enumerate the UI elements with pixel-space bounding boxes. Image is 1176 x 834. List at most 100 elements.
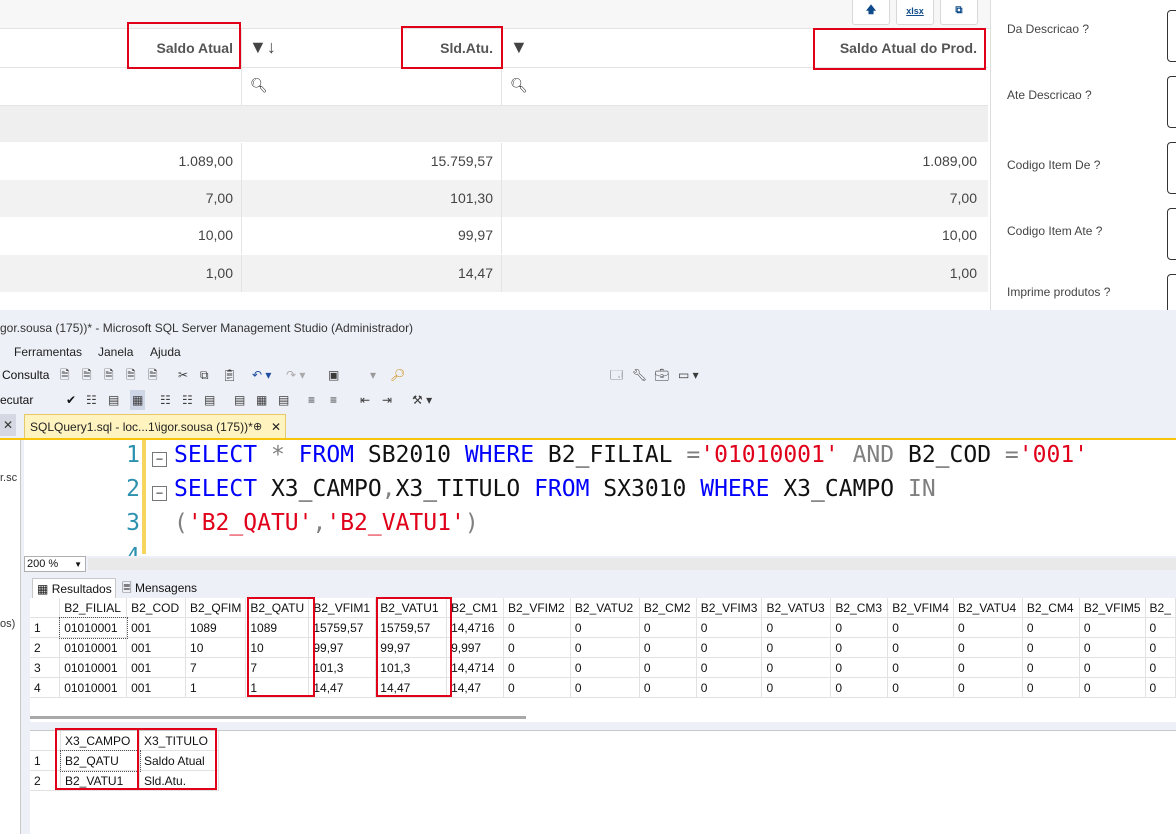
grid-cell[interactable]: 0 bbox=[953, 657, 1023, 678]
grid-cell[interactable]: 0 bbox=[1145, 677, 1176, 698]
results-to-text-icon[interactable]: ▤ bbox=[234, 390, 245, 410]
grid-cell[interactable]: 0 bbox=[639, 677, 697, 698]
grid-cell[interactable]: 101,3 bbox=[308, 657, 377, 678]
grid-cell[interactable]: 1089 bbox=[185, 617, 247, 638]
param-input[interactable] bbox=[1167, 208, 1176, 260]
grid-cell[interactable]: 0 bbox=[1145, 637, 1176, 658]
grid-cell[interactable]: 9,997 bbox=[446, 637, 504, 658]
grid-cell[interactable]: 0 bbox=[639, 637, 697, 658]
column-header[interactable]: B2_VFIM2 bbox=[503, 598, 571, 618]
dmx-query-icon[interactable]: 🗎︎ bbox=[82, 365, 92, 385]
column-header[interactable]: B2_ bbox=[1145, 598, 1176, 618]
row-number[interactable]: 2 bbox=[30, 637, 61, 658]
pin-icon[interactable]: ⊕ bbox=[253, 415, 262, 439]
tab-resultados[interactable]: ▦ Resultados bbox=[32, 578, 116, 598]
column-header[interactable]: B2_VATU4 bbox=[953, 598, 1023, 618]
grid-cell[interactable]: 14,47 bbox=[446, 677, 504, 698]
grid-cell[interactable]: 0 bbox=[830, 677, 889, 698]
grid-cell[interactable]: 0 bbox=[570, 677, 640, 698]
column-header[interactable]: B2_VFIM4 bbox=[887, 598, 954, 618]
new-query-label[interactable]: Consulta bbox=[2, 365, 49, 385]
table-row[interactable]: 1 01010001 001 1089 1089 15759,57 15759,57 14,4… bbox=[30, 616, 1176, 639]
cut-icon[interactable]: ✂ bbox=[178, 365, 188, 385]
grid-cell[interactable]: 14,4716 bbox=[446, 617, 504, 638]
menu-ferramentas[interactable]: Ferramentas bbox=[14, 344, 82, 360]
grid-cell[interactable]: 0 bbox=[761, 677, 832, 698]
param-input[interactable] bbox=[1167, 76, 1176, 128]
grid-cell[interactable]: 0 bbox=[696, 617, 763, 638]
search-icon[interactable]: 🔍︎ bbox=[510, 77, 528, 94]
window-icon[interactable]: ▭ ▾ bbox=[678, 365, 699, 385]
grid-cell[interactable]: 0 bbox=[1145, 657, 1176, 678]
row-number[interactable]: 1 bbox=[30, 617, 61, 638]
grid-cell[interactable]: 001 bbox=[126, 617, 187, 638]
menu-janela[interactable]: Janela bbox=[98, 344, 133, 360]
grid-cell[interactable]: 0 bbox=[953, 637, 1023, 658]
grid-cell[interactable]: 0 bbox=[1022, 677, 1080, 698]
column-header[interactable]: B2_VFIM3 bbox=[696, 598, 763, 618]
table-row[interactable]: 2 01010001 001 10 10 99,97 99,97 9,997 0 0 0 0 0 0 0 0 0… bbox=[30, 637, 1176, 658]
param-input[interactable] bbox=[1167, 142, 1176, 194]
grid-cell[interactable]: 14,4714 bbox=[446, 657, 504, 678]
param-input[interactable] bbox=[1167, 10, 1176, 62]
grid-cell[interactable]: 0 bbox=[953, 677, 1023, 698]
redo-icon[interactable]: ↷ ▾ bbox=[286, 365, 305, 385]
mdx-query-icon[interactable]: 🗎︎ bbox=[60, 365, 70, 385]
grid-cell[interactable]: 01010001 bbox=[59, 677, 128, 698]
table-row[interactable]: 1,00 14,47 1,00 bbox=[0, 255, 988, 292]
zoom-select[interactable]: 200 % ▼ bbox=[24, 556, 86, 572]
grid-cell[interactable]: 0 bbox=[830, 617, 889, 638]
object-explorer-pane[interactable]: r.sc os) bbox=[0, 440, 21, 834]
undo-icon[interactable]: ↶ ▾ bbox=[252, 365, 271, 385]
grid-cell[interactable]: 0 bbox=[570, 657, 640, 678]
grid-cell[interactable]: 0 bbox=[761, 657, 832, 678]
menu-ajuda[interactable]: Ajuda bbox=[150, 344, 181, 360]
query-icon[interactable]: ▤ bbox=[108, 390, 119, 410]
grid-cell[interactable]: 7 bbox=[185, 657, 247, 678]
row-number[interactable]: 4 bbox=[30, 677, 61, 698]
column-header[interactable]: B2_VFIM5 bbox=[1079, 598, 1146, 618]
grid-cell[interactable]: 01010001 bbox=[59, 657, 128, 678]
code-line[interactable]: SELECT * FROM SB2010 WHERE B2_FILIAL ='0… bbox=[174, 442, 1088, 468]
search-icon[interactable]: 🔍︎ bbox=[250, 77, 268, 94]
grid-cell[interactable]: 15759,57 bbox=[308, 617, 377, 638]
column-header[interactable]: B2_VFIM1 bbox=[308, 598, 377, 618]
column-header[interactable]: B2_VATU2 bbox=[570, 598, 640, 618]
grid-cell[interactable]: 001 bbox=[126, 637, 187, 658]
grid-cell[interactable]: 99,97 bbox=[308, 637, 377, 658]
grid-cell[interactable]: 0 bbox=[953, 617, 1023, 638]
wrench-icon[interactable]: 🔧︎ bbox=[632, 365, 647, 385]
column-header[interactable]: B2_CM2 bbox=[639, 598, 697, 618]
column-header[interactable]: B2_COD bbox=[126, 598, 187, 618]
paste-icon[interactable]: 📋︎ bbox=[222, 365, 237, 385]
column-header[interactable]: B2_FILIAL bbox=[59, 598, 128, 618]
find-icon[interactable]: 🔎︎ bbox=[390, 365, 405, 385]
grid-cell[interactable]: 0 bbox=[887, 637, 954, 658]
grid-cell[interactable]: 001 bbox=[126, 677, 187, 698]
param-input[interactable] bbox=[1167, 274, 1176, 310]
grid-cell[interactable]: 0 bbox=[503, 677, 571, 698]
tab-sqlquery1[interactable]: SQLQuery1.sql - loc...1\igor.sousa (175)… bbox=[24, 414, 286, 438]
grid-cell[interactable]: 0 bbox=[503, 657, 571, 678]
copy-icon[interactable]: ⧉ bbox=[200, 365, 209, 385]
results-table[interactable]: B2_FILIAL B2_COD B2_QFIM B2_QATU B2_VFIM1 B2_… bbox=[30, 598, 1176, 698]
table-row[interactable]: 10,00 99,97 10,00 bbox=[0, 217, 988, 254]
grid-cell[interactable]: 0 bbox=[1022, 637, 1080, 658]
results-grid-1[interactable]: B2_FILIAL B2_COD B2_QFIM B2_QATU B2_VFIM1 B2_… bbox=[30, 598, 1176, 722]
grid-cell[interactable]: 0 bbox=[570, 617, 640, 638]
dropdown-arrow-icon[interactable]: ▾ bbox=[370, 365, 376, 385]
table-row[interactable]: 1.089,00 15.759,57 1.089,00 bbox=[0, 143, 988, 180]
column-header[interactable]: B2_VATU3 bbox=[761, 598, 832, 618]
uncomment-icon[interactable]: ≡ bbox=[330, 390, 337, 410]
fold-toggle-icon[interactable]: − bbox=[152, 452, 167, 467]
grid-cell[interactable]: 001 bbox=[126, 657, 187, 678]
close-tab-icon[interactable]: ✕ bbox=[271, 415, 281, 439]
grid-cell[interactable]: 0 bbox=[696, 637, 763, 658]
copy-icon[interactable]: ⧉ bbox=[940, 0, 978, 25]
execution-plan-icon[interactable]: ☷ bbox=[86, 390, 97, 410]
code-line[interactable]: SELECT X3_CAMPO,X3_TITULO FROM SX3010 WH… bbox=[174, 476, 936, 502]
query-editor[interactable]: 1− SELECT * FROM SB2010 WHERE B2_FILIAL =… bbox=[24, 440, 1176, 556]
grid-cell[interactable]: 0 bbox=[503, 637, 571, 658]
column-header[interactable]: B2_QFIM bbox=[185, 598, 247, 618]
grid-cell[interactable]: 0 bbox=[570, 637, 640, 658]
